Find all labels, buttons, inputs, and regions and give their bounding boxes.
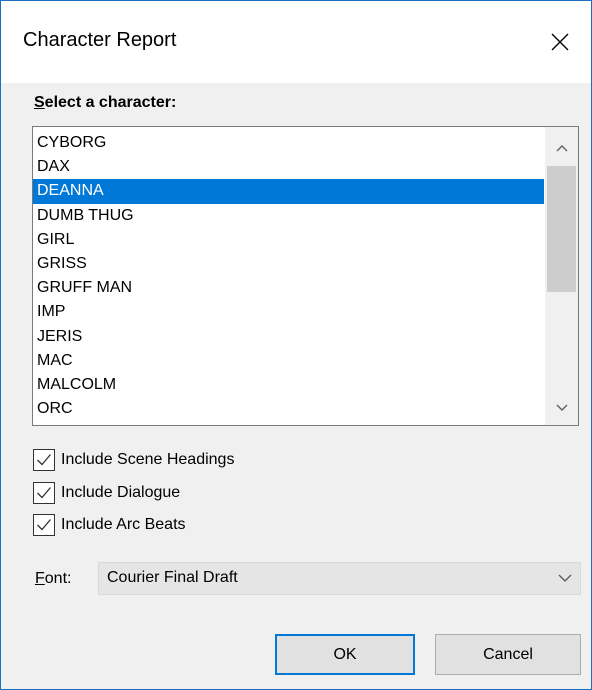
list-scrollbar[interactable] [545, 127, 578, 425]
dialog-title: Character Report [23, 29, 177, 51]
close-icon [551, 33, 569, 51]
list-item[interactable]: JERIS [33, 325, 544, 349]
font-select[interactable]: Courier Final Draft [98, 562, 581, 595]
scene-headings-checkbox[interactable] [33, 449, 55, 471]
dialogue-checkbox[interactable] [33, 482, 55, 504]
scene-headings-label: Include Scene Headings [61, 451, 235, 468]
font-select-value: Courier Final Draft [107, 569, 238, 586]
close-button[interactable] [529, 1, 591, 83]
select-character-label-text: elect a character: [44, 94, 177, 111]
list-item[interactable]: GRISS [33, 252, 544, 276]
list-item[interactable]: GRUFF MAN [33, 276, 544, 300]
list-item[interactable]: MAC [33, 349, 544, 373]
character-list-items: CYBORG DAX DEANNA DUMB THUG GIRL GRISS GRUFF M… [33, 131, 544, 421]
dialogue-label: Include Dialogue [61, 484, 181, 501]
list-item[interactable]: MALCOLM [33, 373, 544, 397]
character-listbox[interactable]: CYBORG DAX DEANNA DUMB THUG GIRL GRISS GRUFF M… [32, 126, 579, 426]
list-item[interactable]: DEANNA [33, 179, 544, 204]
checkmark-icon [37, 519, 51, 531]
select-character-label-accel: S [34, 94, 45, 111]
list-item[interactable]: CYBORG [33, 131, 544, 155]
scroll-down-button[interactable] [545, 391, 578, 425]
font-label: Font: [35, 570, 71, 588]
arc-beats-checkbox[interactable] [33, 514, 55, 536]
dialogue-option[interactable]: Include Dialogue [33, 481, 180, 505]
list-item[interactable]: IMP [33, 300, 544, 324]
checkmark-icon [37, 487, 51, 499]
cancel-button[interactable]: Cancel [435, 634, 581, 675]
font-label-accel: F [35, 570, 45, 587]
chevron-down-icon [558, 574, 572, 582]
scene-headings-option[interactable]: Include Scene Headings [33, 448, 234, 472]
list-item[interactable]: DUMB THUG [33, 204, 544, 228]
select-character-label: Select a character: [34, 94, 176, 112]
font-label-text: ont: [44, 570, 72, 587]
title-bar[interactable]: Character Report [1, 1, 591, 83]
arc-beats-option[interactable]: Include Arc Beats [33, 513, 186, 537]
character-report-dialog: Character Report Select a character: CYB… [0, 0, 592, 690]
list-item[interactable]: DAX [33, 155, 544, 179]
list-item[interactable]: GIRL [33, 228, 544, 252]
scroll-up-button[interactable] [545, 131, 578, 165]
scroll-thumb[interactable] [547, 166, 576, 292]
ok-button[interactable]: OK [275, 634, 415, 675]
list-item[interactable]: ORC [33, 397, 544, 421]
arc-beats-label: Include Arc Beats [61, 516, 186, 533]
chevron-up-icon [556, 145, 567, 152]
chevron-down-icon [556, 404, 567, 411]
checkmark-icon [37, 454, 51, 466]
